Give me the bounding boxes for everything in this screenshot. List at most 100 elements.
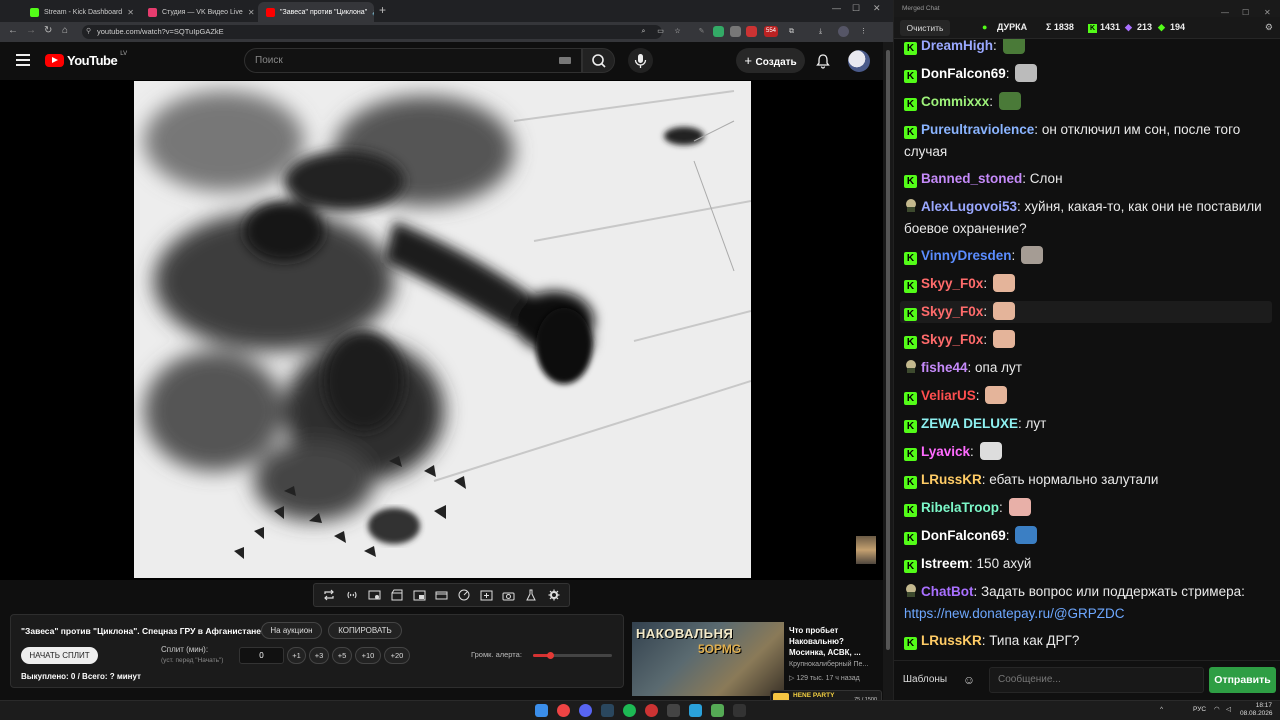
extension-badge[interactable]: 554 xyxy=(764,26,778,37)
tab-kick-dashboard[interactable]: Stream - Kick Dashboard ✕ xyxy=(22,2,136,22)
chat-username[interactable]: DonFalcon69 xyxy=(921,66,1006,81)
chat-message[interactable]: K DonFalcon69: xyxy=(904,63,1270,85)
chat-username[interactable]: LRussKR xyxy=(921,472,982,487)
chat-message[interactable]: K VinnyDresden: xyxy=(904,245,1270,267)
video-player[interactable] xyxy=(0,80,883,580)
chat-username[interactable]: Istreem xyxy=(921,556,969,571)
youtube-logo[interactable]: YouTube LV xyxy=(45,51,127,68)
notifications-bell-icon[interactable] xyxy=(815,53,831,74)
browser-menu-icon[interactable]: ⋮ xyxy=(858,26,869,37)
tab-close-icon[interactable]: ✕ xyxy=(127,8,134,17)
video-frame[interactable] xyxy=(134,81,751,578)
chat-username[interactable]: LRussKR xyxy=(921,633,982,648)
reload-icon[interactable]: ↻ xyxy=(44,25,52,36)
voice-search-button[interactable] xyxy=(628,48,653,73)
gear-icon[interactable] xyxy=(546,587,562,603)
chat-message[interactable]: K Commixxx: xyxy=(904,91,1270,113)
chat-message[interactable]: AlexLugovoi53: хуйня, какая-то, как они … xyxy=(904,196,1270,240)
chat-message[interactable]: K Skyy_F0x: xyxy=(904,329,1270,351)
add-3-button[interactable]: +3 xyxy=(309,647,329,664)
chat-message[interactable]: K DreamHigh: xyxy=(904,39,1270,57)
chat-username[interactable]: VeliarUS xyxy=(921,388,976,403)
film-strip-icon[interactable] xyxy=(433,587,449,603)
add-10-button[interactable]: +10 xyxy=(355,647,381,664)
chat-username[interactable]: AlexLugovoi53 xyxy=(921,199,1017,214)
chat-username[interactable]: Lyavick xyxy=(921,444,970,459)
chat-message[interactable]: ChatBot: Задать вопрос или поддержать ст… xyxy=(904,581,1270,625)
keyboard-language[interactable]: РУС xyxy=(1193,706,1206,714)
recommended-title[interactable]: Что пробьет Наковальню? Мосинка, АСВК, .… xyxy=(789,625,881,658)
flask-icon[interactable] xyxy=(523,587,539,603)
chat-message[interactable]: K Skyy_F0x: xyxy=(900,301,1272,323)
add-20-button[interactable]: +20 xyxy=(384,647,410,664)
message-input[interactable]: Сообщение... xyxy=(989,667,1204,693)
chat-username[interactable]: Skyy_F0x xyxy=(921,276,983,291)
minimize-icon[interactable]: — xyxy=(832,3,841,13)
chat-username[interactable]: DreamHigh xyxy=(921,39,993,53)
obs-icon[interactable] xyxy=(645,704,658,717)
create-button[interactable]: + Создать xyxy=(736,48,805,73)
loop-icon[interactable] xyxy=(321,587,337,603)
speedometer-icon[interactable] xyxy=(456,587,472,603)
chat-message[interactable]: K Istreem: 150 ахуй xyxy=(904,553,1270,575)
screenshot-camera-icon[interactable] xyxy=(501,587,517,603)
search-input[interactable]: Поиск xyxy=(244,48,582,73)
mini-thumbnail[interactable] xyxy=(856,536,876,564)
add-5-button[interactable]: +5 xyxy=(332,647,352,664)
chat-message[interactable]: K Pureultraviolence: он отключил им сон, … xyxy=(904,119,1270,163)
bookmark-star-icon[interactable]: ☆ xyxy=(672,26,683,37)
chat-message[interactable]: fishe44: опа лут xyxy=(904,357,1270,379)
start-windows-icon[interactable] xyxy=(535,704,548,717)
chat-settings-icon[interactable]: ⚙ xyxy=(1265,22,1273,33)
extensions-puzzle-icon[interactable]: ⧉ xyxy=(786,26,797,37)
cast-icon[interactable]: ▭ xyxy=(655,26,666,37)
search-button[interactable] xyxy=(582,48,615,73)
forward-icon[interactable]: → xyxy=(26,25,36,36)
chat-message[interactable]: K Banned_stoned: Слон xyxy=(904,168,1270,190)
chat-username[interactable]: fishe44 xyxy=(921,360,968,375)
copy-button[interactable]: КОПИРОВАТЬ xyxy=(328,622,402,639)
chat-link[interactable]: https://new.donatepay.ru/@GRPZDC xyxy=(904,606,1125,621)
alert-volume-knob[interactable] xyxy=(547,652,555,659)
app-green-icon[interactable] xyxy=(711,704,724,717)
site-info-icon[interactable]: ⚲ xyxy=(86,25,91,39)
audio-wave-icon[interactable] xyxy=(344,587,360,603)
chat-message[interactable]: K Lyavick: xyxy=(904,441,1270,463)
chat-username[interactable]: VinnyDresden xyxy=(921,248,1012,263)
clock[interactable]: 18:17 08.08.2026 xyxy=(1240,702,1273,718)
download-icon[interactable]: ⤓ xyxy=(815,26,826,37)
chat-message[interactable]: K RibelaTroop: xyxy=(904,497,1270,519)
tab-vk-studio[interactable]: Студия — VK Видео Live ✕ xyxy=(140,2,256,22)
emoji-icon[interactable]: ☺ xyxy=(958,669,980,691)
recommended-thumbnail[interactable]: НАКОВАЛЬНЯ 5ОРМG xyxy=(632,622,784,696)
send-button[interactable]: Отправить xyxy=(1209,667,1276,693)
chat-username[interactable]: ZEWA DELUXE xyxy=(921,416,1018,431)
keyboard-icon[interactable] xyxy=(559,57,571,64)
start-split-button[interactable]: НАЧАТЬ СПЛИТ xyxy=(21,647,98,664)
recommended-channel[interactable]: Крупнокалиберный Пе... xyxy=(789,661,868,668)
chat-messages[interactable]: K DreamHigh: K DonFalcon69: K Commixxx: K Pu… xyxy=(894,39,1280,659)
new-tab-icon[interactable]: + xyxy=(379,3,386,17)
page-scrollbar[interactable] xyxy=(883,42,893,700)
chat-message[interactable]: K Skyy_F0x: xyxy=(904,273,1270,295)
discord-icon[interactable] xyxy=(579,704,592,717)
home-icon[interactable]: ⌂ xyxy=(62,25,68,36)
chat-username[interactable]: ChatBot xyxy=(921,584,974,599)
chat-username[interactable]: DonFalcon69 xyxy=(921,528,1006,543)
extension-icon[interactable]: ✎ xyxy=(696,26,707,37)
chrome-icon[interactable] xyxy=(557,704,570,717)
add-frame-icon[interactable] xyxy=(478,587,494,603)
picture-in-picture-icon[interactable] xyxy=(411,587,427,603)
tab-close-icon[interactable]: ✕ xyxy=(248,8,255,17)
chat-username[interactable]: Skyy_F0x xyxy=(921,332,983,347)
extension-red-icon[interactable] xyxy=(746,26,757,37)
scrollbar-thumb[interactable] xyxy=(886,50,890,650)
telegram-icon[interactable] xyxy=(689,704,702,717)
chat-message[interactable]: K LRussKR: Типа как ДРГ? xyxy=(904,630,1270,652)
templates-button[interactable]: Шаблоны xyxy=(900,669,950,691)
recommended-video[interactable]: НАКОВАЛЬНЯ 5ОРМG Что пробьет Наковальню?… xyxy=(632,622,882,698)
extension-green-icon[interactable] xyxy=(713,26,724,37)
volume-icon[interactable]: ◁ xyxy=(1226,706,1231,714)
tab-youtube-video[interactable]: "Завеса" против "Циклона" 🔊 ✕ xyxy=(258,2,374,22)
auction-button[interactable]: На аукцион xyxy=(261,622,322,639)
